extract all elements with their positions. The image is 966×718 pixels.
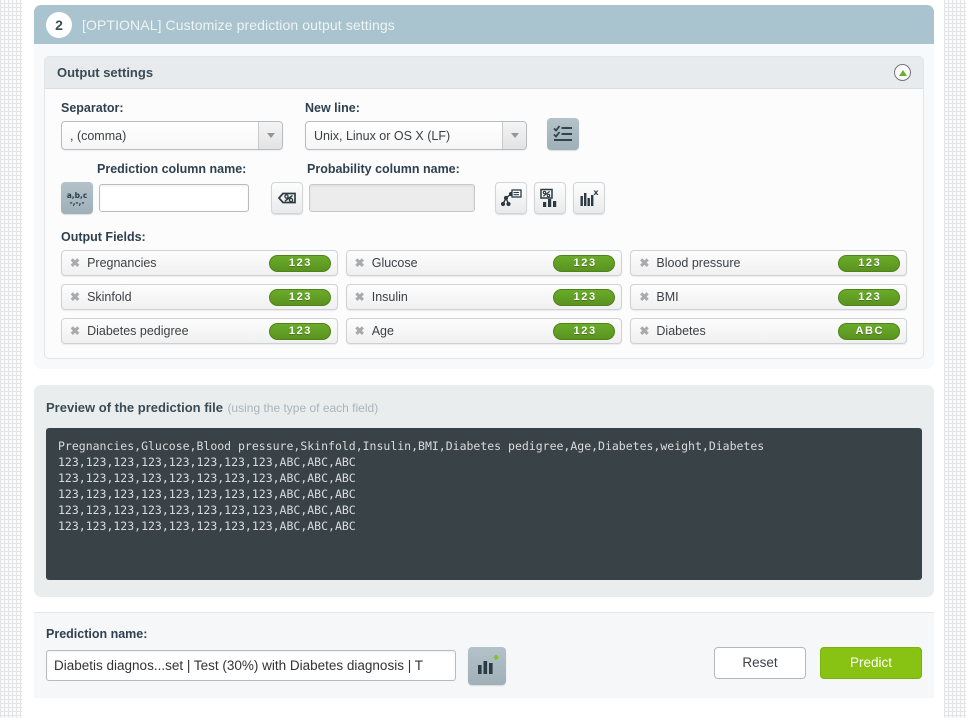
collapse-up-icon[interactable]	[894, 64, 911, 81]
separator-value: , (comma)	[70, 128, 127, 143]
prediction-file-preview-card: Preview of the prediction file (using th…	[34, 385, 934, 597]
step-2-card: 2 [OPTIONAL] Customize prediction output…	[34, 5, 934, 369]
output-field-name: Glucose	[371, 256, 418, 270]
column-names-row: Prediction column name: a,b,c -,-,- Prob…	[61, 162, 907, 214]
separator-row: Separator: , (comma) New line: Unix, Lin…	[61, 101, 907, 150]
output-field-chip[interactable]: ✖ Insulin 123	[345, 284, 623, 310]
output-field-chip[interactable]: ✖ Blood pressure 123	[630, 250, 907, 276]
preview-heading: Preview of the prediction file (using th…	[46, 399, 922, 417]
step-2-header: 2 [OPTIONAL] Customize prediction output…	[34, 5, 934, 44]
output-field-chip[interactable]: ✖ Diabetes ABC	[630, 318, 907, 344]
separator-select[interactable]: , (comma)	[61, 121, 283, 150]
output-field-name: Blood pressure	[656, 256, 741, 270]
output-field-chip[interactable]: ✖ BMI 123	[630, 284, 907, 310]
svg-text:-,-,-: -,-,-	[69, 198, 84, 207]
add-chart-icon[interactable]	[468, 646, 506, 685]
page-background: 2 [OPTIONAL] Customize prediction output…	[0, 0, 966, 718]
distribution-chart-icon[interactable]: x	[573, 182, 605, 214]
remove-field-icon[interactable]: ✖	[70, 291, 80, 303]
prediction-column-group: Prediction column name: a,b,c -,-,-	[61, 162, 249, 214]
prediction-name-label: Prediction name:	[46, 626, 148, 641]
preview-line: 123,123,123,123,123,123,123,123,ABC,ABC,…	[58, 471, 356, 485]
remove-field-icon[interactable]: ✖	[639, 257, 649, 269]
remove-field-icon[interactable]: ✖	[639, 291, 649, 303]
decision-path-icon[interactable]	[495, 182, 527, 214]
output-field-chip[interactable]: ✖ Diabetes pedigree 123	[61, 318, 338, 344]
output-field-type-badge: ABC	[837, 322, 900, 340]
remove-field-icon[interactable]: ✖	[355, 325, 365, 337]
output-field-type-badge: 123	[268, 288, 331, 306]
output-field-type-badge: 123	[837, 254, 900, 272]
output-settings-panel: Output settings Separator: , (comma) New…	[44, 56, 924, 359]
preview-subtitle: (using the type of each field)	[227, 401, 379, 415]
predict-button[interactable]: Predict	[820, 646, 922, 679]
abc-letters-icon[interactable]: a,b,c -,-,-	[61, 182, 93, 214]
importance-chart-icon[interactable]	[534, 182, 566, 214]
output-field-type-badge: 123	[553, 288, 616, 306]
step-title: [OPTIONAL] Customize prediction output s…	[82, 16, 395, 33]
remove-field-icon[interactable]: ✖	[639, 325, 649, 337]
preview-line: 123,123,123,123,123,123,123,123,ABC,ABC,…	[58, 519, 356, 533]
output-field-name: Diabetes pedigree	[87, 324, 189, 338]
output-settings-body: Separator: , (comma) New line: Unix, Lin…	[45, 89, 923, 358]
output-field-chip[interactable]: ✖ Skinfold 123	[61, 284, 338, 310]
probability-column-input[interactable]	[309, 184, 475, 212]
preview-line: 123,123,123,123,123,123,123,123,ABC,ABC,…	[58, 503, 356, 517]
new-line-group: New line: Unix, Linux or OS X (LF)	[305, 101, 527, 150]
output-fields-grid: ✖ Pregnancies 123 ✖ Glucose 123 ✖ Blood pressur…	[61, 250, 907, 344]
output-field-chip[interactable]: ✖ Age 123	[345, 318, 623, 344]
output-field-type-badge: 123	[837, 288, 900, 306]
probability-column-label: Probability column name:	[307, 162, 460, 176]
percent-tag-icon[interactable]	[271, 182, 303, 214]
output-settings-panel-header: Output settings	[45, 57, 923, 89]
output-field-name: BMI	[656, 290, 679, 304]
remove-field-icon[interactable]: ✖	[70, 325, 80, 337]
panel-title: Output settings	[57, 65, 154, 80]
output-fields-section: Output Fields: ✖ Pregnancies 123 ✖ Glucose 12…	[61, 230, 907, 344]
probability-column-group: Probability column name:	[271, 162, 475, 214]
output-field-type-badge: 123	[268, 322, 331, 340]
output-field-name: Diabetes	[656, 324, 706, 338]
chevron-down-icon[interactable]	[258, 122, 282, 149]
prediction-name-group: Prediction name:	[46, 627, 506, 685]
output-field-chip[interactable]: ✖ Glucose 123	[345, 250, 623, 276]
output-field-name: Pregnancies	[87, 256, 157, 270]
prediction-name-input[interactable]	[46, 650, 456, 681]
checklist-icon[interactable]	[547, 118, 579, 150]
preview-title: Preview of the prediction file	[46, 400, 223, 415]
prediction-action-bar: Prediction name: Reset Predict	[34, 612, 934, 698]
remove-field-icon[interactable]: ✖	[70, 257, 80, 269]
output-field-type-badge: 123	[553, 322, 616, 340]
preview-line: Pregnancies,Glucose,Blood pressure,Skinf…	[58, 439, 765, 453]
content-column: 2 [OPTIONAL] Customize prediction output…	[22, 0, 944, 718]
preview-line: 123,123,123,123,123,123,123,123,ABC,ABC,…	[58, 455, 356, 469]
remove-field-icon[interactable]: ✖	[355, 257, 365, 269]
remove-field-icon[interactable]: ✖	[355, 291, 365, 303]
reset-button[interactable]: Reset	[714, 646, 806, 679]
step-number-badge: 2	[46, 11, 72, 38]
prediction-column-input[interactable]	[99, 184, 249, 212]
separator-group: Separator: , (comma)	[61, 101, 283, 150]
new-line-select[interactable]: Unix, Linux or OS X (LF)	[305, 121, 527, 150]
output-field-name: Insulin	[371, 290, 408, 304]
output-field-name: Skinfold	[87, 290, 132, 304]
extra-icon-buttons: x	[495, 182, 605, 214]
svg-text:x: x	[593, 188, 599, 197]
new-line-value: Unix, Linux or OS X (LF)	[314, 128, 451, 143]
preview-line: 123,123,123,123,123,123,123,123,ABC,ABC,…	[58, 487, 356, 501]
separator-label: Separator:	[61, 101, 124, 115]
new-line-label: New line:	[305, 101, 360, 115]
output-fields-label: Output Fields:	[61, 230, 146, 244]
output-field-name: Age	[371, 324, 394, 338]
chevron-down-icon[interactable]	[502, 122, 526, 149]
preview-code-box: Pregnancies,Glucose,Blood pressure,Skinf…	[46, 428, 922, 580]
prediction-column-label: Prediction column name:	[97, 162, 247, 176]
output-field-type-badge: 123	[268, 254, 331, 272]
output-field-chip[interactable]: ✖ Pregnancies 123	[61, 250, 338, 276]
output-field-type-badge: 123	[553, 254, 616, 272]
